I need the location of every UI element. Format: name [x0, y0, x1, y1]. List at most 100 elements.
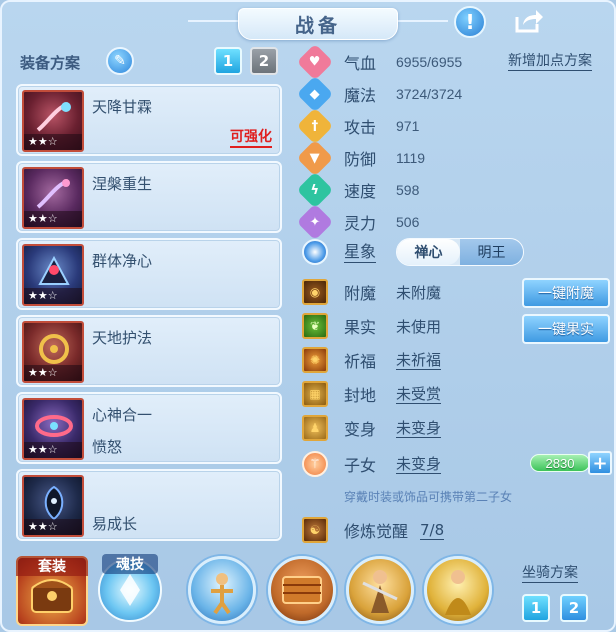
suit-label: 套装 [16, 556, 88, 576]
stat-row-mp: ◆ 魔法 3724/3724 [296, 75, 463, 113]
plus-icon[interactable]: + [588, 451, 612, 475]
child-icon: ⚚ [302, 451, 328, 477]
equipment-panel: 战备 ! 装备方案 ✎ 1 2 ★★☆ 天降甘霖 可强化 ★★☆ 涅槃重生 ★★… [0, 0, 616, 632]
cultivation-icon: ☯ [302, 517, 328, 543]
child-label: 子女 [344, 456, 377, 475]
equipment-thumbnail: ★★☆ [22, 90, 84, 152]
stat-row-defense: ▼ 防御 1119 [296, 139, 426, 177]
share-icon[interactable] [512, 6, 546, 36]
title-wing-left [188, 20, 238, 22]
mount-tab-1[interactable]: 1 [522, 594, 550, 622]
cultivation-row: ☯ 修炼觉醒 7/8 [302, 516, 445, 544]
soul-skill-label: 魂技 [102, 554, 158, 574]
equipment-subtitle: 愤怒 [92, 438, 123, 456]
mount-tab-2-label: 2 [568, 599, 580, 617]
slot-row-fruit: ❦ 果实 未使用 [302, 312, 441, 340]
cultivation-value-link[interactable]: 7/8 [420, 521, 445, 540]
equipment-card[interactable]: ★★☆ 天降甘霖 可强化 [16, 84, 282, 156]
equipment-name: 天地护法 [92, 329, 153, 347]
slot-value-link[interactable]: 未变身 [396, 419, 442, 438]
cultivation-label: 修炼觉醒 [344, 522, 409, 541]
slot-value-link[interactable]: 未祈福 [396, 351, 442, 370]
one-click-fruit-button[interactable]: 一键果实 [522, 314, 610, 344]
star-rating: ★★☆ [24, 442, 82, 458]
scheme-tab-2-label: 2 [258, 52, 270, 70]
star-sign-label[interactable]: 星象 [344, 242, 377, 263]
stat-row-spirit: ✦ 灵力 506 [296, 203, 420, 241]
equipment-thumbnail: ★★☆ [22, 244, 84, 306]
star-sign-toggle[interactable]: 禅心 明王 [396, 238, 524, 266]
stat-name: 攻击 [344, 118, 377, 137]
equipment-card[interactable]: ★★☆ 易成长 [16, 469, 282, 541]
slot-name: 封地 [344, 386, 377, 405]
new-points-scheme-link[interactable]: 新增加点方案 [508, 52, 592, 71]
scheme-tab-1-label: 1 [222, 52, 234, 70]
slot-value-link[interactable]: 未受赏 [396, 385, 442, 404]
mount-scroll-icon [282, 576, 322, 604]
stat-value: 3724/3724 [396, 86, 463, 102]
spirit-icon: ✦ [296, 203, 334, 241]
equipment-subtitle: 易成长 [92, 515, 138, 533]
equipment-thumbnail: ★★☆ [22, 398, 84, 460]
fruit-icon: ❦ [302, 313, 328, 339]
star-sign-icon [302, 239, 328, 265]
star-rating: ★★☆ [24, 519, 82, 535]
enchant-icon: ◉ [302, 279, 328, 305]
star-option-chanxin[interactable]: 禅心 [397, 239, 460, 265]
scheme-tab-1[interactable]: 1 [214, 47, 242, 75]
exclamation-icon[interactable]: ! [454, 6, 486, 38]
fief-icon: ▦ [302, 381, 328, 407]
mount-tab-1-label: 1 [530, 599, 542, 617]
mount-warrior-icon [362, 570, 398, 613]
slot-row-enchant: ◉ 附魔 未附魔 [302, 278, 441, 306]
slot-value: 未附魔 [396, 283, 442, 302]
stat-row-speed: ϟ 速度 598 [296, 171, 419, 209]
child-value-link[interactable]: 未变身 [396, 455, 442, 474]
star-sign-row: 星象 [302, 238, 377, 266]
star-rating: ★★☆ [24, 288, 82, 304]
child-row: ⚚ 子女 未变身 [302, 450, 442, 478]
stat-value: 1119 [396, 150, 426, 166]
equipment-card[interactable]: ★★☆ 涅槃重生 [16, 161, 282, 233]
stat-row-attack: † 攻击 971 [296, 107, 420, 145]
transform-icon: ♟ [302, 415, 328, 441]
page-title: 战备 [238, 8, 398, 40]
mount-slot[interactable] [188, 556, 256, 624]
mount-slot[interactable] [424, 556, 492, 624]
edit-pen-icon[interactable]: ✎ [106, 47, 134, 75]
stat-name: 速度 [344, 182, 377, 201]
equipment-card[interactable]: ★★☆ 心神合一 愤怒 [16, 392, 282, 464]
equipment-card[interactable]: ★★☆ 天地护法 [16, 315, 282, 387]
mount-slot[interactable] [346, 556, 414, 624]
star-option-mingwang[interactable]: 明王 [460, 239, 523, 265]
equipment-name: 心神合一 [92, 406, 153, 424]
slot-name: 附魔 [344, 284, 377, 303]
stat-value: 6955/6955 [396, 54, 463, 70]
equipment-name: 群体净心 [92, 252, 153, 270]
mount-figure-icon [211, 573, 233, 615]
upgrade-link[interactable]: 可强化 [230, 128, 272, 148]
shield-icon: ▼ [296, 139, 334, 177]
page-title-text: 战备 [294, 14, 341, 37]
one-click-enchant-button[interactable]: 一键附魔 [522, 278, 610, 308]
equipment-thumbnail: ★★☆ [22, 475, 84, 537]
stat-value: 506 [396, 214, 420, 230]
scheme-tab-2[interactable]: 2 [250, 47, 278, 75]
mount-scheme-label[interactable]: 坐骑方案 [522, 564, 578, 583]
slot-row-blessing: ✺ 祈福 未祈福 [302, 346, 442, 374]
mount-tab-2[interactable]: 2 [560, 594, 588, 622]
stat-name: 魔法 [344, 86, 377, 105]
stat-value: 971 [396, 118, 420, 134]
equipment-list: ★★☆ 天降甘霖 可强化 ★★☆ 涅槃重生 ★★☆ 群体净心 ★★☆ 天地护法 [16, 84, 282, 546]
stat-name: 灵力 [344, 214, 377, 233]
mount-slot[interactable] [268, 556, 336, 624]
equipment-card[interactable]: ★★☆ 群体净心 [16, 238, 282, 310]
slot-row-transform: ♟ 变身 未变身 [302, 414, 442, 442]
star-rating: ★★☆ [24, 134, 82, 150]
mana-icon: ◆ [296, 75, 334, 113]
heart-icon: ♥ [296, 43, 334, 81]
child-points-bar: 2830 [530, 454, 590, 472]
equipment-thumbnail: ★★☆ [22, 167, 84, 229]
bottom-bar: 套装 魂技 坐骑方案 1 2 [2, 550, 614, 632]
equipment-scheme-label: 装备方案 [20, 54, 81, 72]
